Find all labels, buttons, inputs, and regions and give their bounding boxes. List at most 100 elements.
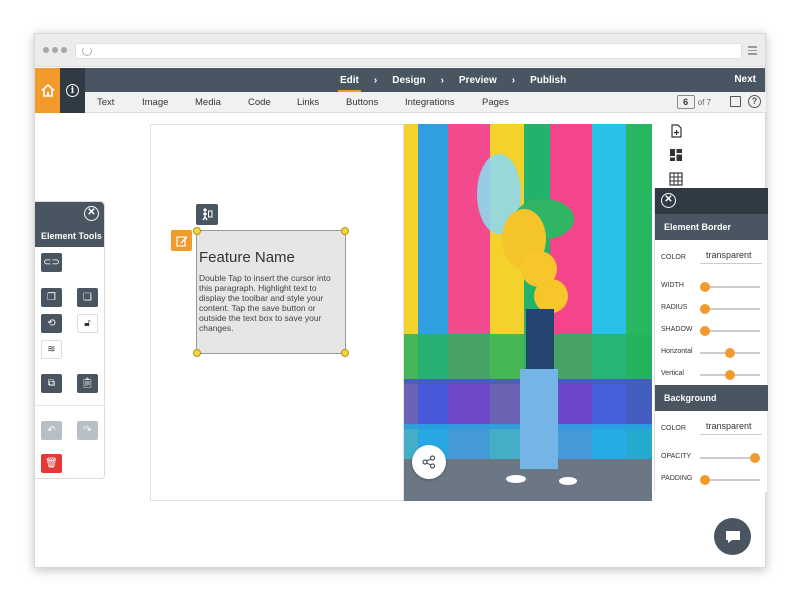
redo-button[interactable]: ↷ [77, 421, 98, 440]
move-handle[interactable] [196, 204, 218, 225]
chevron-right-icon: › [511, 74, 516, 86]
chat-button[interactable] [714, 518, 751, 555]
add-page-icon[interactable] [669, 124, 683, 138]
browser-menu-icon[interactable] [748, 46, 757, 57]
slider-knob[interactable] [700, 475, 710, 485]
border-width-slider[interactable] [700, 282, 760, 292]
trash-icon: 🗑︎ [45, 458, 58, 469]
menu-item-media[interactable]: Media [195, 92, 221, 113]
page-total: of 7 [697, 97, 711, 107]
copy-button[interactable]: ⧉ [41, 374, 62, 393]
hide-layers-icon: ≋ [47, 344, 56, 355]
properties-panel: ✕ Element Border COLOR transparent WIDTH… [654, 188, 768, 492]
step-design[interactable]: Design [387, 75, 430, 86]
element-tools-panel: ✕ Element Tools ⊂⊃ ❐ ❏ ⟲ 🔓︎ ≋ ⧉ 📋︎ ↶ ↷ 🗑… [35, 201, 105, 479]
resize-handle-bottom-right[interactable] [341, 349, 349, 357]
element-tools-header: ✕ Element Tools [35, 202, 104, 247]
window-dot [61, 47, 67, 53]
chevron-right-icon: › [440, 74, 444, 86]
text-element[interactable]: Feature Name Double Tap to insert the cu… [196, 230, 346, 354]
step-edit[interactable]: Edit [335, 75, 364, 93]
shadow-vertical-slider[interactable] [700, 370, 760, 380]
feature-title[interactable]: Feature Name [199, 249, 343, 266]
reload-icon[interactable] [82, 46, 92, 56]
border-shadow-label: SHADOW [661, 326, 693, 333]
workflow-steps: Edit › Design › Preview › Publish [335, 68, 571, 93]
edit-text-button[interactable] [171, 230, 192, 251]
border-shadow-slider[interactable] [700, 326, 760, 336]
address-bar[interactable] [75, 43, 742, 59]
undo-button[interactable]: ↶ [41, 421, 62, 440]
menu-item-buttons[interactable]: Buttons [346, 92, 378, 113]
next-button[interactable]: Next [734, 68, 756, 92]
opacity-label: OPACITY [661, 453, 692, 460]
rotate-button[interactable]: ⟲ [41, 314, 62, 333]
menu-item-code[interactable]: Code [248, 92, 271, 113]
close-icon[interactable]: ✕ [661, 193, 676, 208]
resize-handle-top-right[interactable] [341, 227, 349, 235]
redo-icon: ↷ [83, 425, 92, 436]
page-number-input[interactable]: 6 [676, 95, 695, 109]
link-button[interactable]: ⊂⊃ [41, 253, 62, 272]
step-preview[interactable]: Preview [454, 75, 502, 86]
layer-forward-icon: ❐ [47, 292, 56, 303]
close-icon[interactable]: ✕ [84, 206, 99, 221]
menu-item-links[interactable]: Links [297, 92, 319, 113]
info-button[interactable]: i [60, 68, 85, 113]
slider-knob[interactable] [750, 453, 760, 463]
slider-knob[interactable] [725, 348, 735, 358]
layout-icon[interactable] [669, 148, 683, 162]
home-button[interactable] [35, 68, 60, 113]
menu-item-image[interactable]: Image [142, 92, 168, 113]
rotate-icon: ⟲ [47, 318, 56, 329]
slider-knob[interactable] [725, 370, 735, 380]
hide-button[interactable]: ≋ [41, 340, 62, 359]
send-backward-button[interactable]: ❏ [77, 288, 98, 307]
undo-icon: ↶ [47, 425, 56, 436]
border-color-input[interactable]: transparent [700, 248, 762, 264]
bring-forward-button[interactable]: ❐ [41, 288, 62, 307]
background-heading: Background [655, 385, 768, 411]
slider-knob[interactable] [700, 304, 710, 314]
share-button[interactable] [412, 445, 446, 479]
help-icon[interactable]: ? [748, 95, 761, 108]
element-tools-title: Element Tools [41, 231, 102, 241]
chevron-right-icon: › [373, 74, 378, 86]
slider-knob[interactable] [700, 326, 710, 336]
clipboard-icon: 📋︎ [81, 378, 94, 389]
resize-handle-bottom-left[interactable] [193, 349, 201, 357]
slider-knob[interactable] [700, 282, 710, 292]
browser-chrome [35, 34, 765, 67]
home-icon [40, 84, 55, 97]
border-width-label: WIDTH [661, 282, 684, 289]
resize-handle-top-left[interactable] [193, 227, 201, 235]
grid-icon[interactable] [669, 172, 683, 186]
background-color-label: COLOR [661, 425, 686, 432]
pencil-icon [175, 235, 187, 247]
delete-button[interactable]: 🗑︎ [41, 454, 62, 473]
border-radius-label: RADIUS [661, 304, 688, 311]
shadow-horizontal-slider[interactable] [700, 348, 760, 358]
layer-backward-icon: ❏ [83, 292, 92, 303]
border-radius-slider[interactable] [700, 304, 760, 314]
chat-bubble-icon [725, 530, 740, 543]
step-publish[interactable]: Publish [525, 75, 571, 86]
shadow-vertical-label: Vertical [661, 370, 684, 377]
padding-slider[interactable] [700, 475, 760, 485]
lock-button[interactable]: 🔓︎ [77, 314, 98, 333]
feature-paragraph[interactable]: Double Tap to insert the cursor into thi… [199, 273, 343, 333]
background-color-input[interactable]: transparent [700, 419, 762, 435]
border-color-label: COLOR [661, 254, 686, 261]
lock-icon: 🔓︎ [84, 318, 91, 329]
menu-item-pages[interactable]: Pages [482, 92, 509, 113]
padding-label: PADDING [661, 475, 693, 482]
hero-photo[interactable] [404, 124, 652, 501]
page-indicator: 6 of 7 [676, 95, 711, 109]
browser-window: i Edit › Design › Preview › Publish Next… [34, 33, 768, 568]
window-dot [52, 47, 58, 53]
save-icon[interactable] [730, 96, 741, 107]
opacity-slider[interactable] [700, 453, 760, 463]
menu-item-integrations[interactable]: Integrations [405, 92, 455, 113]
paste-button[interactable]: 📋︎ [77, 374, 98, 393]
menu-item-text[interactable]: Text [97, 92, 114, 113]
